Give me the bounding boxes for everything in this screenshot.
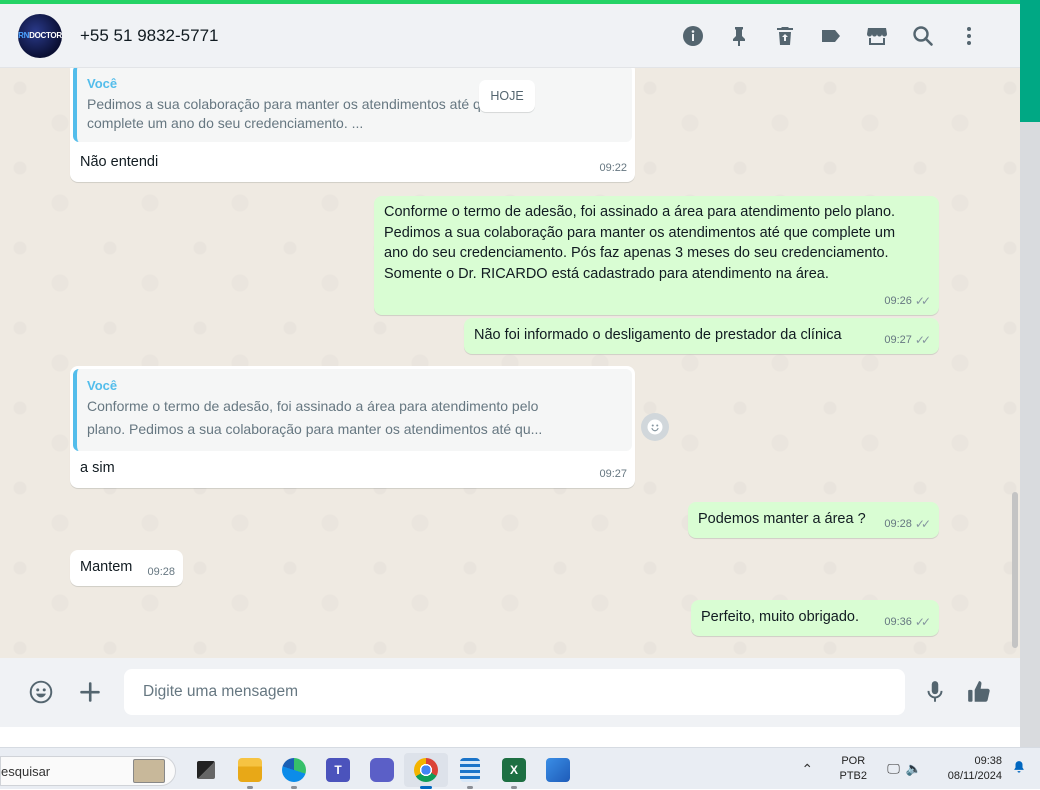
message-time: 09:28 xyxy=(884,517,912,530)
photos-icon xyxy=(546,758,570,782)
message-time: 09:28 xyxy=(147,565,175,578)
header-actions xyxy=(670,4,992,68)
message-bubble-outgoing[interactable]: Perfeito, muito obrigado. 09:36 ✓✓ xyxy=(691,600,939,636)
clock-time: 09:38 xyxy=(974,755,1002,767)
taskbar-notepad[interactable] xyxy=(448,753,492,789)
message-bubble-outgoing[interactable]: Podemos manter a área ? 09:28 ✓✓ xyxy=(688,502,939,538)
message-bubble-incoming[interactable]: Mantem 09:28 xyxy=(70,550,183,586)
taskbar-edge[interactable] xyxy=(272,753,316,789)
message-bubble-outgoing[interactable]: Conforme o termo de adesão, foi assinado… xyxy=(374,196,939,315)
taskbar-photos[interactable] xyxy=(536,753,580,787)
message-text: Conforme o termo de adesão, foi assinado… xyxy=(384,204,896,282)
taskbar-clock[interactable]: 09:38 08/11/2024 xyxy=(936,754,1002,784)
message-input[interactable] xyxy=(124,669,905,715)
teams-new-icon xyxy=(370,758,394,782)
quote-text: complete um ano do seu credenciamento. .… xyxy=(87,115,364,131)
notification-bell-icon[interactable] xyxy=(1012,760,1030,779)
avatar[interactable]: RN DOCTOR xyxy=(18,13,62,58)
search-highlight-image xyxy=(133,759,165,783)
folder-icon xyxy=(238,758,262,782)
trash-icon[interactable] xyxy=(762,13,808,59)
search-icon[interactable] xyxy=(900,13,946,59)
tray-icons: 🖵 🔈 xyxy=(887,761,922,777)
message-meta: 09:22 xyxy=(599,158,627,179)
message-meta: 09:26 ✓✓ xyxy=(884,291,931,312)
plus-icon[interactable] xyxy=(70,672,110,712)
taskbar-file-explorer[interactable] xyxy=(228,753,272,789)
quote-author: Você xyxy=(87,76,118,91)
message-text: a sim xyxy=(80,460,115,476)
chat-panel[interactable]: Você Pedimos a sua colaboração para mant… xyxy=(0,68,1020,658)
right-accent-strip xyxy=(1020,0,1040,122)
message-meta: 09:28 xyxy=(147,562,175,583)
notepad-icon xyxy=(460,758,480,782)
taskbar-search-text: esquisar xyxy=(1,763,51,779)
store-icon[interactable] xyxy=(854,13,900,59)
quote-text: plano. Pedimos a sua colaboração para ma… xyxy=(87,421,543,437)
language-code: POR xyxy=(841,755,866,767)
message-composer xyxy=(0,658,1020,727)
quote-text: Conforme o termo de adesão, foi assinado… xyxy=(87,398,539,414)
react-emoji-icon[interactable] xyxy=(641,413,669,441)
double-check-icon: ✓✓ xyxy=(914,614,931,629)
message-text: Não foi informado o desligamento de pres… xyxy=(474,327,842,343)
taskbar-apps: T X xyxy=(184,753,580,789)
message-time: 09:26 xyxy=(884,294,912,307)
quoted-message[interactable]: Você Pedimos a sua colaboração para mant… xyxy=(73,68,632,142)
message-time: 09:27 xyxy=(884,333,912,346)
message-bubble-incoming[interactable]: Você Conforme o termo de adesão, foi ass… xyxy=(70,366,635,488)
taskbar-teams[interactable] xyxy=(360,753,404,787)
message-text: Não entendi xyxy=(80,154,159,170)
input-language[interactable]: POR PTB2 xyxy=(833,754,873,784)
contact-name[interactable]: +55 51 9832-5771 xyxy=(80,26,219,46)
avatar-logo-rn: RN xyxy=(18,31,30,40)
chrome-icon xyxy=(414,758,438,782)
message-meta: 09:28 ✓✓ xyxy=(884,514,931,535)
message-bubble-incoming[interactable]: Você Pedimos a sua colaboração para mant… xyxy=(70,68,635,182)
chevron-up-icon[interactable]: ⌃ xyxy=(795,761,819,778)
taskbar-excel[interactable]: X xyxy=(492,753,536,789)
message-time: 09:27 xyxy=(599,467,627,480)
message-bubble-outgoing[interactable]: Não foi informado o desligamento de pres… xyxy=(464,318,939,354)
clock-date: 08/11/2024 xyxy=(947,770,1002,782)
mic-icon[interactable] xyxy=(915,672,955,712)
taskbar-teams-classic[interactable]: T xyxy=(316,753,360,787)
task-view-button[interactable] xyxy=(184,753,228,787)
quote-author: Você xyxy=(87,378,118,393)
message-meta: 09:27 xyxy=(599,464,627,485)
chat-header: RN DOCTOR +55 51 9832-5771 xyxy=(0,4,1020,68)
taskbar-search-box[interactable]: esquisar xyxy=(0,756,176,786)
chat-scrollbar[interactable] xyxy=(1012,492,1018,648)
task-view-icon xyxy=(197,761,215,779)
date-chip: HOJE xyxy=(479,80,535,112)
message-meta: 09:36 ✓✓ xyxy=(884,612,931,633)
message-meta: 09:27 ✓✓ xyxy=(884,330,931,351)
teams-icon: T xyxy=(326,758,350,782)
pin-icon[interactable] xyxy=(716,13,762,59)
system-tray: ⌃ POR PTB2 🖵 🔈 09:38 08/11/2024 xyxy=(795,748,1040,790)
taskbar-chrome[interactable] xyxy=(404,753,448,789)
excel-icon: X xyxy=(502,758,526,782)
double-check-icon: ✓✓ xyxy=(914,332,931,347)
whatsapp-window: RN DOCTOR +55 51 9832-5771 Você Pedimos … xyxy=(0,0,1040,747)
message-time: 09:22 xyxy=(599,161,627,174)
windows-taskbar: esquisar T X ⌃ POR PTB2 🖵 🔈 09:38 08/11/… xyxy=(0,747,1040,789)
edge-icon xyxy=(282,758,306,782)
label-icon[interactable] xyxy=(808,13,854,59)
quoted-message[interactable]: Você Conforme o termo de adesão, foi ass… xyxy=(73,369,632,451)
double-check-icon: ✓✓ xyxy=(914,293,931,308)
right-gutter xyxy=(1020,122,1040,747)
avatar-logo-doctor: DOCTOR xyxy=(29,31,62,40)
keyboard-layout: PTB2 xyxy=(839,770,868,782)
volume-icon[interactable]: 🔈 xyxy=(906,761,922,777)
double-check-icon: ✓✓ xyxy=(914,516,931,531)
thumbs-up-icon[interactable] xyxy=(959,672,999,712)
window-bottom-margin xyxy=(0,727,1020,747)
info-icon[interactable] xyxy=(670,13,716,59)
network-icon[interactable]: 🖵 xyxy=(887,761,900,777)
message-time: 09:36 xyxy=(884,615,912,628)
more-icon[interactable] xyxy=(946,13,992,59)
emoji-icon[interactable] xyxy=(21,672,61,712)
